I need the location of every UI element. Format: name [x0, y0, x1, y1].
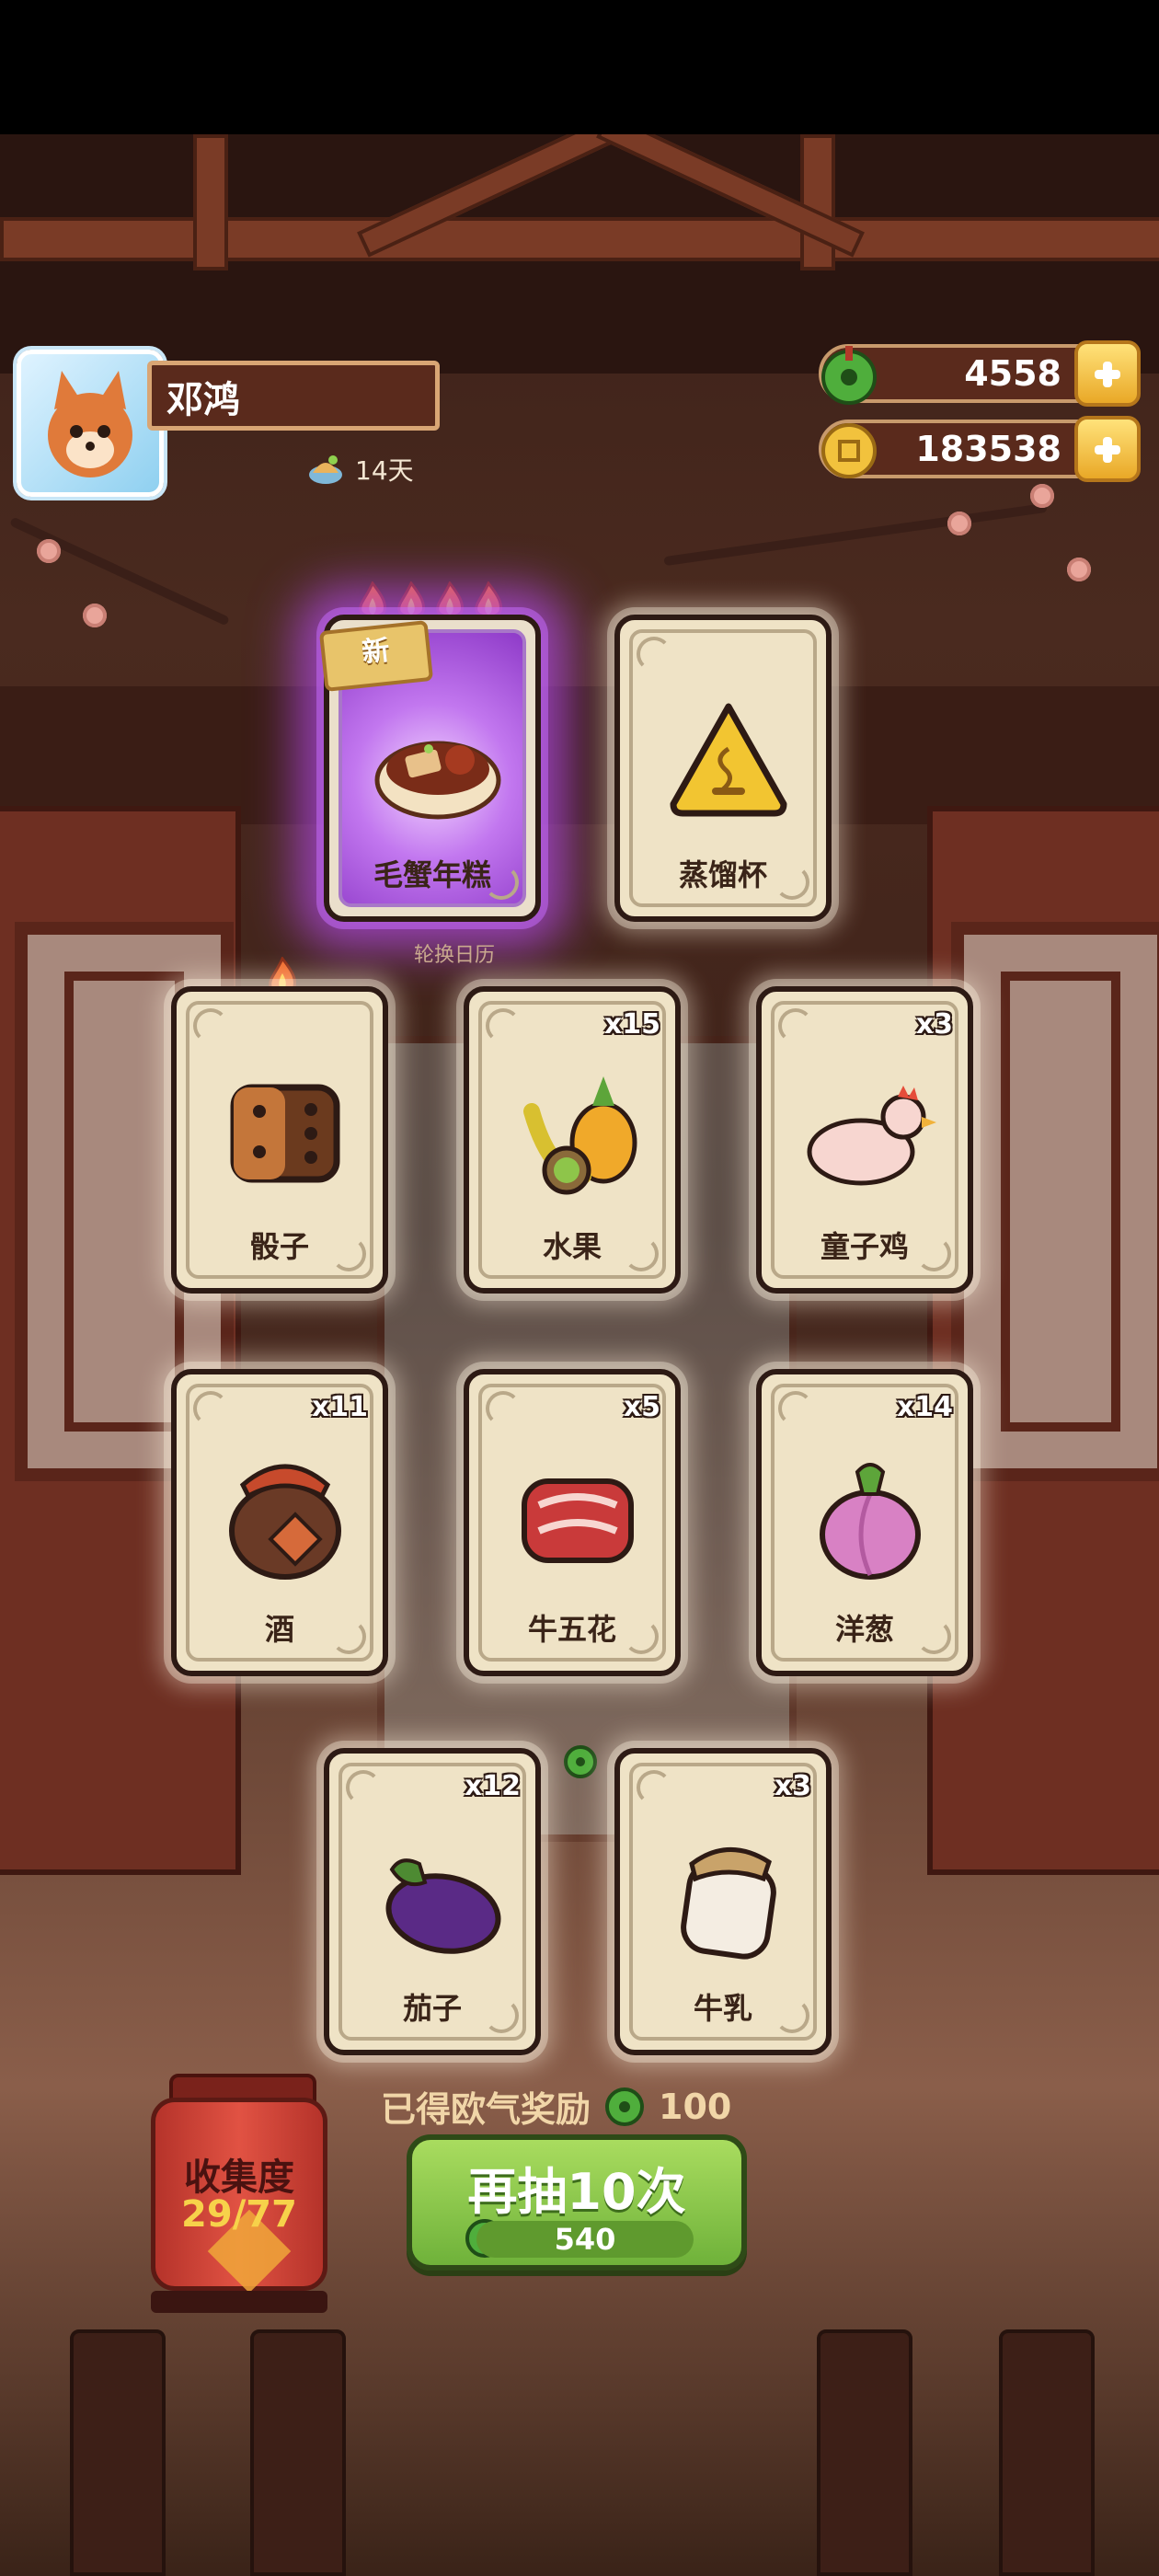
new-badge: 新 — [318, 620, 434, 692]
add-coins-button[interactable] — [1074, 416, 1141, 482]
card-name: 水果 — [542, 1229, 602, 1264]
card-name: 牛五花 — [527, 1612, 616, 1647]
collection-lantern[interactable]: 收集度 29/77 — [145, 2074, 333, 2313]
card-name: 茄子 — [402, 1991, 462, 2026]
rotation-calendar-label: 轮换日历 — [414, 944, 496, 967]
card-name: 童子鸡 — [820, 1229, 909, 1264]
login-days-icon — [309, 455, 342, 484]
milk-jar-icon — [681, 1847, 776, 1960]
jade-currency: 4558 — [819, 340, 1141, 407]
distill-cup-icon — [670, 703, 787, 817]
left-door — [0, 806, 241, 1875]
blossom-branch — [9, 516, 230, 627]
collection-progress: 29/77 — [181, 2193, 297, 2236]
card-count: x3 — [774, 1770, 811, 1802]
card-niuru[interactable]: x3 牛乳 — [614, 1748, 832, 2055]
card-shuiguo[interactable]: x15 水果 — [464, 986, 681, 1294]
blossom-branch — [663, 502, 1048, 567]
jade-amount: 4558 — [964, 353, 1061, 394]
luck-reward: 已得欧气奖励 100 — [381, 2081, 731, 2132]
blossom — [947, 512, 971, 535]
card-qiezi[interactable]: x12 茄子 — [324, 1748, 541, 2055]
card-count: x14 — [896, 1391, 953, 1423]
card-name: 洋葱 — [834, 1612, 894, 1647]
coin-currency: 183538 — [819, 416, 1141, 482]
dice-icon — [230, 1084, 340, 1183]
jade-coin-icon — [821, 346, 877, 405]
card-jiu[interactable]: x11 酒 — [171, 1369, 388, 1676]
blossom — [1030, 484, 1054, 508]
card-name: 毛蟹年糕 — [373, 857, 491, 892]
eggplant-icon — [385, 1858, 501, 1954]
card-name: 牛乳 — [693, 1991, 752, 2026]
roof-beam — [0, 217, 1159, 261]
beef-belly-icon — [522, 1478, 634, 1563]
roof-post — [800, 134, 835, 270]
luck-label: 已得欧气奖励 — [381, 2089, 591, 2130]
jade-coin-icon — [564, 1745, 597, 1778]
card-touzi[interactable]: 骰子 — [171, 986, 388, 1294]
coin-amount: 183538 — [915, 429, 1061, 469]
draw-10-label: 再抽10次 — [467, 2163, 686, 2221]
roof-post — [193, 134, 228, 270]
draw-10-button[interactable]: 再抽10次 540 — [407, 2134, 747, 2271]
fence-post — [999, 2329, 1095, 2576]
blossom — [83, 604, 107, 627]
card-name: 蒸馏杯 — [678, 857, 767, 892]
player-name-plate: 邓鸿 — [147, 361, 440, 431]
draw-cost: 540 — [476, 2221, 694, 2258]
fox-avatar-icon — [48, 371, 132, 477]
blossom — [1067, 558, 1091, 581]
right-door — [927, 806, 1159, 1875]
card-count: x11 — [311, 1391, 368, 1423]
days-text: 14天 — [355, 455, 414, 486]
chicken-icon — [807, 1086, 936, 1186]
fence-post — [817, 2329, 912, 2576]
onion-icon — [820, 1463, 921, 1580]
card-count: x12 — [464, 1770, 521, 1802]
wine-jar-icon — [229, 1464, 341, 1580]
jade-coin-icon — [605, 2087, 645, 2126]
card-niu-wuhua[interactable]: x5 牛五花 — [464, 1369, 681, 1676]
card-name: 酒 — [264, 1612, 294, 1647]
player-avatar[interactable] — [17, 350, 164, 497]
card-count: x3 — [915, 1008, 953, 1041]
card-tongzi-ji[interactable]: x3 童子鸡 — [756, 986, 973, 1294]
fence-post — [250, 2329, 346, 2576]
card-count: x15 — [603, 1008, 660, 1041]
days-counter: 14天 — [305, 451, 414, 488]
add-jade-button[interactable] — [1074, 340, 1141, 407]
card-count: x5 — [623, 1391, 660, 1423]
gold-coin-icon — [821, 423, 877, 478]
crab-rice-cake-icon — [374, 741, 501, 820]
fence-post — [70, 2329, 166, 2576]
fruit-icon — [523, 1076, 637, 1195]
card-zhengliu-bei[interactable]: 蒸馏杯 — [614, 615, 832, 922]
card-yangcong[interactable]: x14 洋葱 — [756, 1369, 973, 1676]
card-name: 骰子 — [249, 1229, 309, 1264]
player-name: 邓鸿 — [166, 379, 240, 421]
wall-panel — [0, 686, 1159, 824]
blossom — [37, 539, 61, 563]
luck-value: 100 — [659, 2086, 732, 2127]
